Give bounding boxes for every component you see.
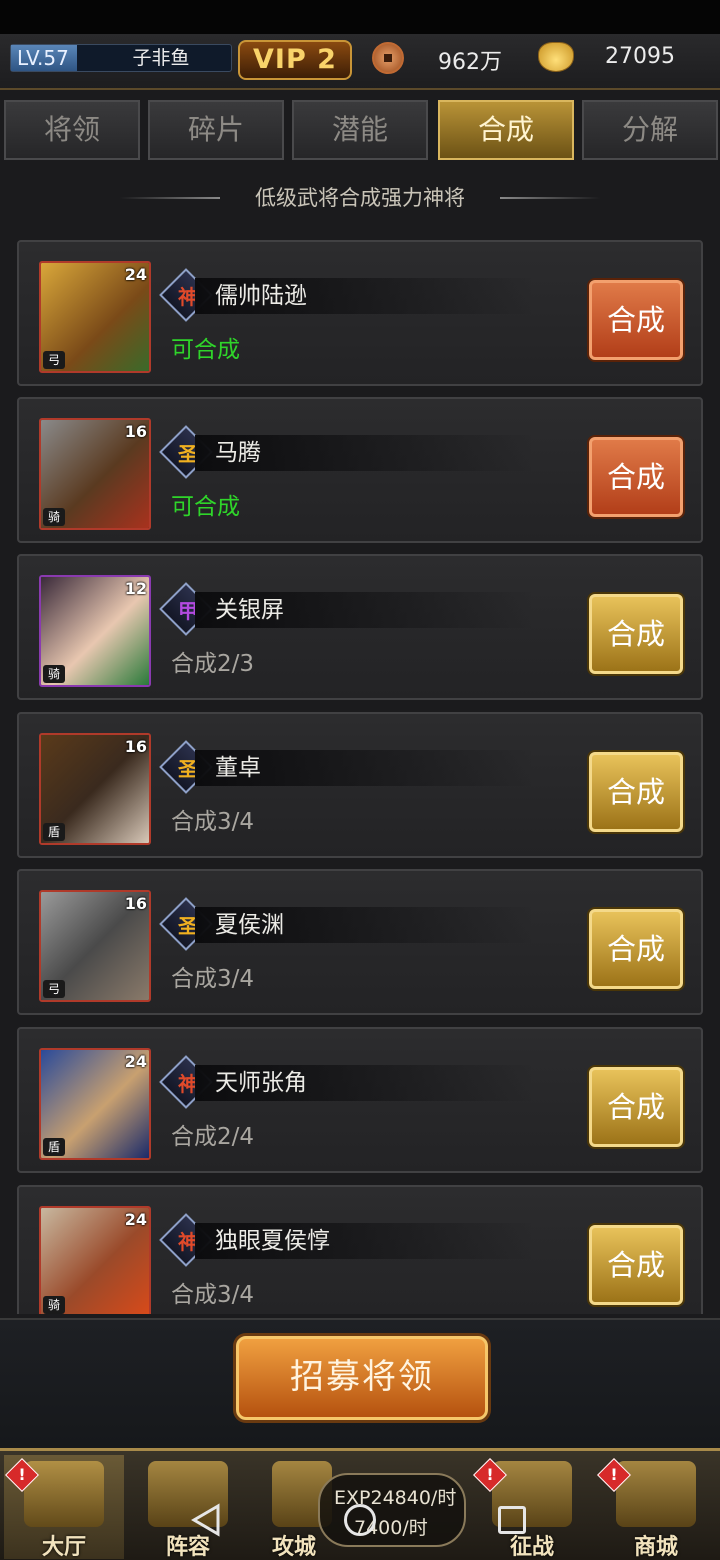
synthesis-status: 合成3/4 (171, 966, 255, 992)
hero-card: 24 盾 神 天师张角 合成2/4 合成 (17, 1027, 703, 1173)
synthesize-button[interactable]: 合成 (589, 594, 683, 674)
shield-class-icon: 盾 (43, 823, 65, 841)
nav-lobby[interactable]: ! 大厅 (4, 1455, 124, 1560)
back-icon[interactable] (186, 1500, 226, 1540)
nav-campaign[interactable]: ! 征战 (472, 1455, 592, 1560)
nav-shop[interactable]: ! 商城 (596, 1455, 716, 1560)
hero-card: 24 弓 神 儒帅陆逊 可合成 合成 (17, 240, 703, 386)
palace-icon (24, 1461, 104, 1527)
synthesis-status: 合成3/4 (171, 1282, 255, 1308)
hero-level: 16 (124, 737, 147, 756)
system-status-bar (0, 0, 720, 34)
hero-portrait[interactable]: 16 骑 (39, 418, 151, 530)
synthesize-button[interactable]: 合成 (589, 1067, 683, 1147)
synthesis-status: 合成2/4 (171, 1124, 255, 1150)
page-subtitle: 低级武将合成强力神将 (255, 186, 465, 210)
player-level: LV.57 (11, 45, 77, 71)
tab-bar: 将领 碎片 潜能 合成 分解 (0, 98, 720, 162)
tab-fragments[interactable]: 碎片 (148, 100, 284, 160)
player-name: 子非鱼 (132, 47, 190, 69)
coin-amount: 962万 (438, 50, 502, 75)
recents-icon[interactable] (498, 1506, 526, 1534)
synthesis-status: 可合成 (171, 494, 240, 520)
tab-synthesize[interactable]: 合成 (438, 100, 574, 160)
nav-label: 征战 (509, 1535, 554, 1560)
hero-name: 关银屏 (215, 597, 284, 623)
treasure-icon (616, 1461, 696, 1527)
hero-name: 儒帅陆逊 (215, 283, 307, 309)
hero-portrait[interactable]: 24 盾 (39, 1048, 151, 1160)
hero-name: 独眼夏侯惇 (215, 1228, 330, 1254)
synthesis-status: 合成2/3 (171, 651, 255, 677)
vip-badge[interactable]: VIP 2 (238, 40, 352, 80)
hero-level: 16 (124, 422, 147, 441)
home-icon[interactable] (344, 1504, 376, 1536)
hero-level: 24 (124, 1210, 147, 1229)
gold-ingot-icon (538, 42, 574, 72)
synthesize-button[interactable]: 合成 (589, 1225, 683, 1305)
nav-label: 商城 (633, 1535, 678, 1560)
tab-decompose[interactable]: 分解 (582, 100, 718, 160)
hero-portrait[interactable]: 12 骑 (39, 575, 151, 687)
player-info[interactable]: LV.57 子非鱼 (10, 44, 232, 72)
tab-generals[interactable]: 将领 (4, 100, 140, 160)
cavalry-class-icon: 骑 (43, 665, 65, 683)
subtitle-divider-right (500, 197, 600, 199)
hero-name: 马腾 (215, 440, 261, 466)
cavalry-class-icon: 骑 (43, 508, 65, 526)
synthesize-button[interactable]: 合成 (589, 437, 683, 517)
hero-card: 12 骑 甲 关银屏 合成2/3 合成 (17, 554, 703, 700)
hero-list[interactable]: 24 弓 神 儒帅陆逊 可合成 合成 16 骑 圣 马腾 可合成 合成 12 骑… (0, 236, 720, 1314)
gold-amount: 27095 (605, 44, 675, 69)
recruit-generals-button[interactable]: 招募将领 (236, 1336, 488, 1420)
hero-card: 16 盾 圣 董卓 合成3/4 合成 (17, 712, 703, 858)
nav-label: 大厅 (41, 1535, 86, 1560)
bow-class-icon: 弓 (43, 351, 65, 369)
hero-portrait[interactable]: 24 骑 (39, 1206, 151, 1314)
synthesis-status: 合成3/4 (171, 809, 255, 835)
shield-class-icon: 盾 (43, 1138, 65, 1156)
hero-portrait[interactable]: 16 弓 (39, 890, 151, 1002)
synthesize-button[interactable]: 合成 (589, 909, 683, 989)
exp-rate-panel[interactable]: EXP24840/时 7400/时 (318, 1473, 466, 1547)
synthesis-status: 可合成 (171, 337, 240, 363)
alert-mark: ! (486, 1465, 494, 1484)
resource-bar: LV.57 子非鱼 VIP 2 962万 27095 (0, 34, 720, 90)
hero-level: 12 (124, 579, 147, 598)
tab-potential[interactable]: 潜能 (292, 100, 428, 160)
hero-name: 天师张角 (215, 1070, 307, 1096)
synthesize-button[interactable]: 合成 (589, 280, 683, 360)
hero-card: 24 骑 神 独眼夏侯惇 合成3/4 合成 (17, 1185, 703, 1314)
synthesize-button[interactable]: 合成 (589, 752, 683, 832)
hero-level: 16 (124, 894, 147, 913)
hero-card: 16 弓 圣 夏侯渊 合成3/4 合成 (17, 869, 703, 1015)
copper-coin-icon (372, 42, 404, 74)
alert-mark: ! (610, 1465, 618, 1484)
hero-level: 24 (124, 1052, 147, 1071)
hero-name: 夏侯渊 (215, 912, 284, 938)
alert-mark: ! (18, 1465, 26, 1484)
hero-card: 16 骑 圣 马腾 可合成 合成 (17, 397, 703, 543)
hero-name: 董卓 (215, 755, 261, 781)
hero-portrait[interactable]: 24 弓 (39, 261, 151, 373)
hero-level: 24 (124, 265, 147, 284)
bow-class-icon: 弓 (43, 980, 65, 998)
hero-portrait[interactable]: 16 盾 (39, 733, 151, 845)
cavalry-class-icon: 骑 (43, 1296, 65, 1314)
